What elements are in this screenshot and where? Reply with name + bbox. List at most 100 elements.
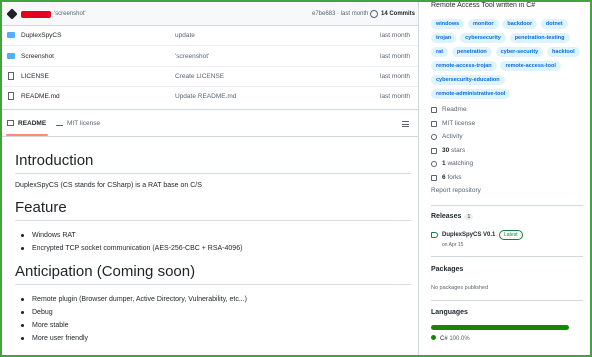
file-name[interactable]: README.md: [21, 93, 60, 100]
releases-count: 1: [464, 214, 474, 220]
file-date: last month: [380, 93, 410, 100]
license-link-label: MIT license: [442, 119, 476, 127]
topic-tag[interactable]: penetration: [451, 47, 492, 57]
tab-license[interactable]: MIT license: [56, 120, 100, 127]
eye-icon: [431, 161, 437, 167]
file-date: last month: [380, 73, 410, 80]
latest-commit-bar: 'screenshot' e7be683 · last month 14 Com…: [2, 2, 418, 26]
topic-tag[interactable]: cybersecurity-education: [431, 75, 505, 85]
avatar[interactable]: [6, 8, 18, 20]
folder-icon: [7, 53, 15, 59]
commit-message[interactable]: 'screenshot': [54, 11, 86, 17]
repo-meta: Readme MIT license Activity 30 stars 1 w…: [431, 106, 475, 187]
star-icon: [431, 147, 437, 154]
anticipation-list: Remote plugin (Browser dumper, Active Di…: [15, 293, 411, 345]
topic-tag[interactable]: remote-administrative-tool: [431, 89, 511, 99]
file-row[interactable]: README.md Update README.md last month: [2, 87, 418, 107]
folder-icon: [7, 32, 15, 38]
list-item: Windows RAT: [15, 229, 411, 242]
file-name[interactable]: Screenshot: [21, 53, 54, 60]
redacted-username: [21, 11, 51, 18]
active-tab-indicator: [6, 134, 48, 136]
topic-tag[interactable]: remote-access-trojan: [431, 61, 497, 71]
readme-link[interactable]: Readme: [431, 106, 475, 120]
activity-link-label: Activity: [442, 133, 463, 140]
law-icon: [56, 120, 63, 126]
file-commit-message[interactable]: Create LICENSE: [175, 73, 224, 80]
packages-heading[interactable]: Packages: [431, 266, 463, 273]
tag-icon: [431, 232, 438, 238]
divider: [431, 300, 583, 301]
forks-link[interactable]: 6 forks: [431, 174, 475, 188]
repo-description: Remote Access Tool written in C#: [431, 2, 536, 9]
file-name[interactable]: DuplexSpyCS: [21, 32, 61, 39]
tab-readme[interactable]: README: [7, 120, 46, 127]
topic-tag[interactable]: monitor: [468, 19, 499, 29]
release-date: on Apr 15: [442, 242, 464, 248]
file-icon: [8, 92, 14, 100]
topic-tag[interactable]: windows: [431, 19, 465, 29]
file-commit-message[interactable]: 'screenshot': [175, 53, 209, 60]
releases-heading[interactable]: Releases 1: [431, 213, 474, 220]
divider: [431, 205, 583, 206]
feature-list: Windows RAT Encrypted TCP socket communi…: [15, 229, 411, 255]
list-item: Encrypted TCP socket communication (AES-…: [15, 242, 411, 255]
topic-list: windows monitor backdoor dotnet trojan c…: [431, 19, 583, 103]
languages-heading: Languages: [431, 309, 468, 316]
topic-tag[interactable]: dotnet: [540, 19, 568, 29]
list-item: Remote plugin (Browser dumper, Active Di…: [15, 293, 411, 306]
topic-tag[interactable]: cybersecurity: [460, 33, 506, 43]
file-commit-message[interactable]: Update README.md: [175, 93, 236, 100]
language-name: C#: [440, 336, 448, 342]
language-bar: [431, 325, 569, 330]
watchers-link[interactable]: 1 watching: [431, 160, 475, 174]
topic-tag[interactable]: hacktool: [547, 47, 580, 57]
report-repository-link[interactable]: Report repository: [431, 187, 481, 194]
fork-icon: [431, 174, 437, 181]
law-icon: [431, 120, 437, 127]
table-of-contents-icon[interactable]: [402, 121, 409, 127]
topic-tag[interactable]: remote-access-tool: [500, 61, 561, 71]
readme-content: Introduction DuplexSpyCS (CS stands for …: [15, 142, 411, 353]
book-icon: [431, 107, 437, 113]
divider: [431, 256, 583, 257]
file-date: last month: [380, 53, 410, 60]
topic-tag[interactable]: trojan: [431, 33, 457, 43]
heading-feature: Feature: [15, 199, 411, 221]
latest-badge: Latest: [499, 230, 523, 240]
heading-anticipation: Anticipation (Coming soon): [15, 263, 411, 285]
stars-label: stars: [451, 146, 466, 154]
list-item: Debug: [15, 306, 411, 319]
topic-tag[interactable]: penetration-testing: [509, 33, 570, 43]
stars-count: 30: [442, 146, 450, 154]
file-row[interactable]: DuplexSpyCS update last month: [2, 26, 418, 46]
commits-count: 14 Commits: [381, 11, 416, 17]
tab-license-label: MIT license: [67, 120, 101, 127]
no-packages-text: No packages published: [431, 285, 489, 291]
file-commit-message[interactable]: update: [175, 32, 195, 39]
list-item: More user friendly: [15, 332, 411, 345]
readme-link-label: Readme: [442, 106, 467, 113]
language-item[interactable]: C# 100.0%: [431, 335, 470, 342]
file-row[interactable]: LICENSE Create LICENSE last month: [2, 67, 418, 87]
file-row[interactable]: Screenshot 'screenshot' last month: [2, 47, 418, 67]
pane-divider: [418, 2, 419, 355]
history-icon: [370, 10, 378, 18]
license-link[interactable]: MIT license: [431, 120, 475, 134]
heading-introduction: Introduction: [15, 152, 411, 174]
intro-paragraph: DuplexSpyCS (CS stands for CSharp) is a …: [15, 182, 202, 189]
forks-count: 6: [442, 173, 446, 181]
file-name[interactable]: LICENSE: [21, 73, 49, 80]
commit-hash-time[interactable]: e7be683 · last month: [312, 11, 368, 17]
watching-label: watching: [447, 160, 474, 167]
language-percent: 100.0%: [449, 336, 470, 342]
topic-tag[interactable]: backdoor: [502, 19, 538, 29]
stars-link[interactable]: 30 stars: [431, 147, 475, 161]
topic-tag[interactable]: cyber-security: [495, 47, 544, 57]
activity-link[interactable]: Activity: [431, 133, 475, 147]
file-icon: [8, 72, 14, 80]
release-name[interactable]: DuplexSpyCS V0.1: [442, 232, 495, 238]
topic-tag[interactable]: rat: [431, 47, 449, 57]
tab-readme-label: README: [18, 120, 47, 127]
pulse-icon: [431, 134, 437, 140]
